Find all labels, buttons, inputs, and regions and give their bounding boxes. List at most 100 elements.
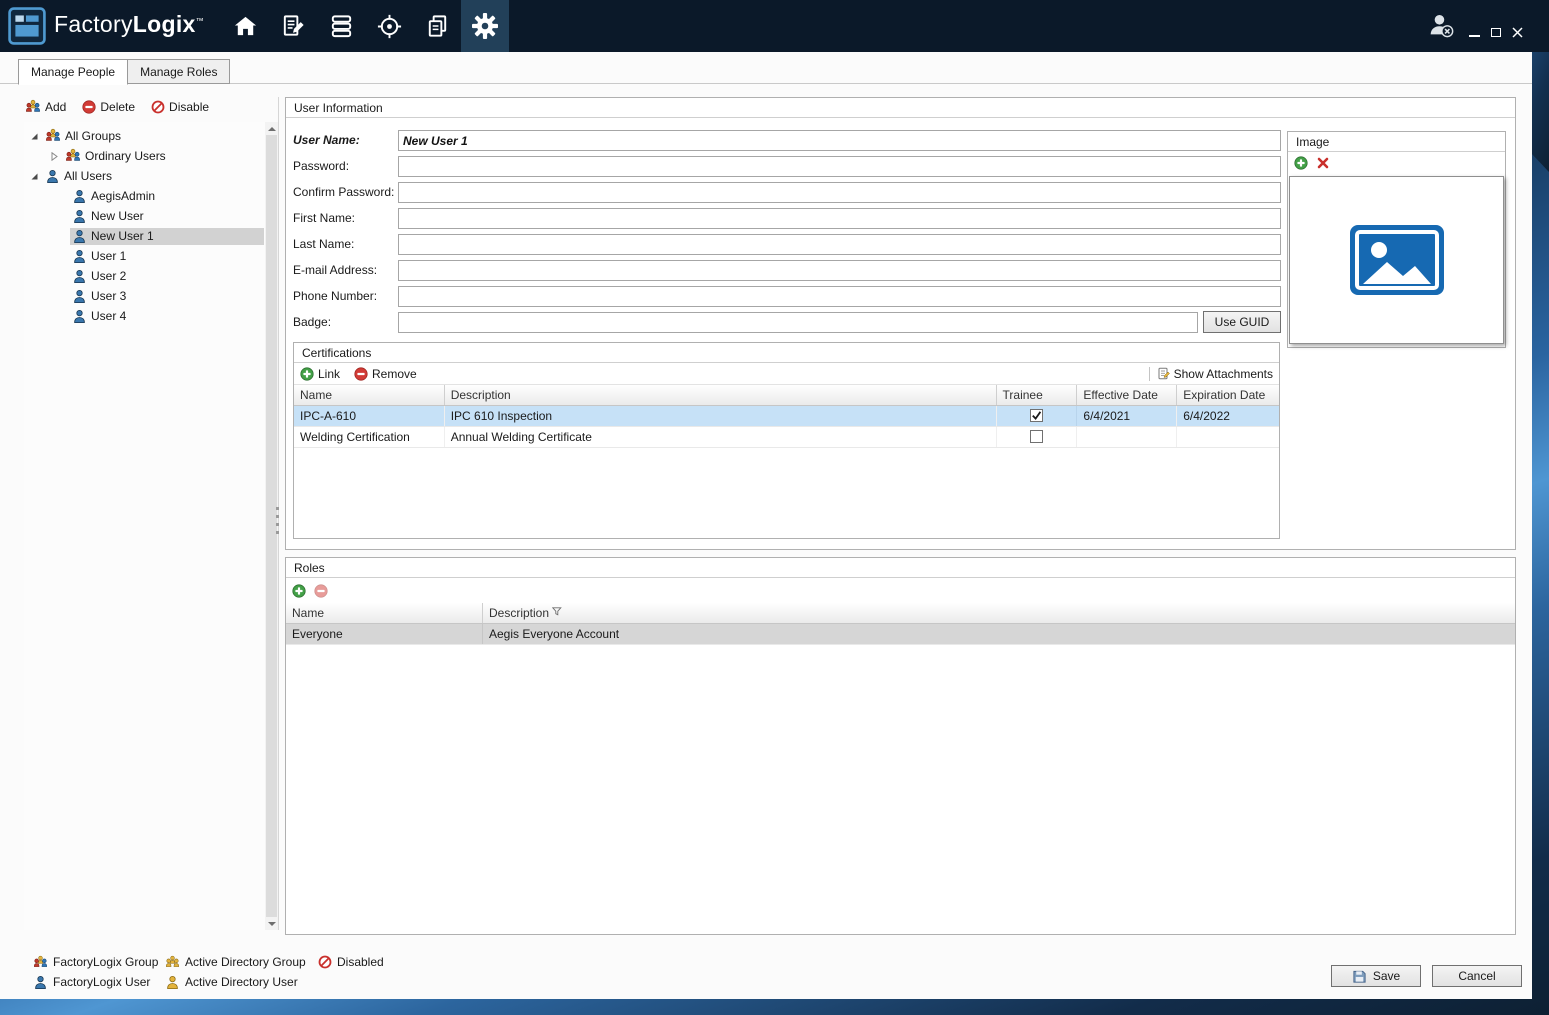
app-title: FactoryLogix™ xyxy=(54,11,204,38)
confirm-password-field[interactable] xyxy=(398,182,1281,203)
role-name: Everyone xyxy=(286,624,483,644)
add-user-button[interactable]: Add xyxy=(25,99,66,115)
user-gold-icon xyxy=(165,975,180,990)
image-toolbar xyxy=(1288,152,1505,174)
collapsed-arrow-icon[interactable] xyxy=(50,152,59,161)
tree-item-all-users[interactable]: All Users xyxy=(24,166,264,186)
tree-item-all-groups[interactable]: All Groups xyxy=(24,126,264,146)
use-guid-button[interactable]: Use GUID xyxy=(1203,311,1281,333)
tree-item-label: All Groups xyxy=(65,129,121,143)
nav-documents[interactable] xyxy=(413,0,461,52)
maximize-button[interactable] xyxy=(1491,28,1501,37)
roles-toolbar xyxy=(286,578,1515,603)
plus-icon xyxy=(300,367,314,381)
tree-item-user-3[interactable]: User 3 xyxy=(24,286,264,306)
nav-settings[interactable] xyxy=(461,0,509,52)
role-row[interactable]: Everyone Aegis Everyone Account xyxy=(286,624,1515,645)
brand-trademark: ™ xyxy=(196,16,204,25)
tree-item-ordinary-users[interactable]: Ordinary Users xyxy=(24,146,264,166)
nav-definitions[interactable] xyxy=(269,0,317,52)
tree-item-new-user-1[interactable]: New User 1 xyxy=(24,226,264,246)
delete-user-button[interactable]: Delete xyxy=(82,100,135,114)
first-name-field[interactable] xyxy=(398,208,1281,229)
home-icon xyxy=(232,13,259,40)
user-status-icon[interactable] xyxy=(1427,12,1454,39)
gear-icon xyxy=(471,12,499,40)
add-role-button[interactable] xyxy=(292,584,306,598)
certifications-table-header: Name Description Trainee Effective Date … xyxy=(294,385,1279,406)
delete-icon xyxy=(82,100,96,114)
col-name[interactable]: Name xyxy=(294,385,445,405)
cert-expiration-date: 6/4/2022 xyxy=(1177,406,1279,426)
password-field[interactable] xyxy=(398,156,1281,177)
tree-item-user-4[interactable]: User 4 xyxy=(24,306,264,326)
cert-expiration-date xyxy=(1177,427,1279,447)
cert-name: Welding Certification xyxy=(294,427,445,447)
password-label: Password: xyxy=(293,156,349,177)
legend-label: FactoryLogix Group xyxy=(53,955,158,969)
expanded-arrow-icon[interactable] xyxy=(30,132,39,141)
certification-row[interactable]: Welding Certification Annual Welding Cer… xyxy=(294,427,1279,448)
badge-field[interactable] xyxy=(398,312,1198,333)
email-field[interactable] xyxy=(398,260,1281,281)
tree-item-label: New User xyxy=(91,209,144,223)
splitter-grip[interactable] xyxy=(276,507,279,537)
nav-dispatch[interactable] xyxy=(365,0,413,52)
col-role-description[interactable]: Description xyxy=(483,603,1515,623)
certification-row[interactable]: IPC-A-610 IPC 610 Inspection 6/4/2021 6/… xyxy=(294,406,1279,427)
col-role-name[interactable]: Name xyxy=(286,603,483,623)
col-description[interactable]: Description xyxy=(445,385,997,405)
pages-icon xyxy=(424,13,451,40)
user-name-field[interactable] xyxy=(398,130,1281,151)
brand-factory: Factory xyxy=(54,11,133,37)
tab-manage-people[interactable]: Manage People xyxy=(18,59,128,85)
show-attachments-button[interactable]: Show Attachments xyxy=(1157,367,1273,381)
last-name-field[interactable] xyxy=(398,234,1281,255)
tab-manage-roles[interactable]: Manage Roles xyxy=(127,59,230,84)
tree-item-label: New User 1 xyxy=(91,229,154,243)
remove-role-button[interactable] xyxy=(314,584,328,598)
remove-certification-button[interactable]: Remove xyxy=(354,367,417,381)
close-button[interactable] xyxy=(1512,27,1523,38)
phone-field[interactable] xyxy=(398,286,1281,307)
col-effective-date[interactable]: Effective Date xyxy=(1077,385,1177,405)
first-name-label: First Name: xyxy=(293,208,355,229)
role-description-header-label: Description xyxy=(489,606,549,620)
tree-item-user-1[interactable]: User 1 xyxy=(24,246,264,266)
user-icon xyxy=(72,309,87,324)
image-frame[interactable] xyxy=(1289,176,1504,344)
tree-item-new-user[interactable]: New User xyxy=(24,206,264,226)
filter-icon[interactable] xyxy=(552,607,562,616)
form-pencil-icon xyxy=(280,13,307,40)
certifications-panel: Certifications Link Remove Show Attachm xyxy=(293,342,1280,539)
trainee-checkbox-checked[interactable] xyxy=(1030,409,1043,422)
cancel-button[interactable]: Cancel xyxy=(1432,965,1522,987)
col-expiration-date[interactable]: Expiration Date xyxy=(1177,385,1279,405)
tree-item-user-2[interactable]: User 2 xyxy=(24,266,264,286)
expanded-arrow-icon[interactable] xyxy=(30,172,39,181)
disable-icon xyxy=(151,100,165,114)
disable-user-button[interactable]: Disable xyxy=(151,100,209,114)
people-tree: All Groups Ordinary Users All Users Aegi… xyxy=(24,122,278,930)
badge-label: Badge: xyxy=(293,312,331,333)
tab-strip: Manage People Manage Roles xyxy=(18,59,229,85)
link-certification-button[interactable]: Link xyxy=(300,367,340,381)
scroll-up-arrow[interactable] xyxy=(265,122,278,135)
toolbar-separator xyxy=(1149,367,1150,381)
save-label: Save xyxy=(1373,969,1400,983)
col-trainee[interactable]: Trainee xyxy=(997,385,1078,405)
scroll-down-arrow[interactable] xyxy=(265,917,278,930)
nav-home[interactable] xyxy=(221,0,269,52)
legend-label: Disabled xyxy=(337,955,384,969)
trainee-checkbox-unchecked[interactable] xyxy=(1030,430,1043,443)
show-attachments-label: Show Attachments xyxy=(1174,367,1273,381)
add-image-button[interactable] xyxy=(1294,156,1308,170)
minimize-button[interactable] xyxy=(1469,35,1480,37)
user-icon xyxy=(33,975,48,990)
remove-image-button[interactable] xyxy=(1316,156,1330,170)
save-button[interactable]: Save xyxy=(1331,965,1421,987)
nav-materials[interactable] xyxy=(317,0,365,52)
tree-item-aegisadmin[interactable]: AegisAdmin xyxy=(24,186,264,206)
add-group-icon xyxy=(25,99,41,115)
delete-label: Delete xyxy=(100,100,135,114)
